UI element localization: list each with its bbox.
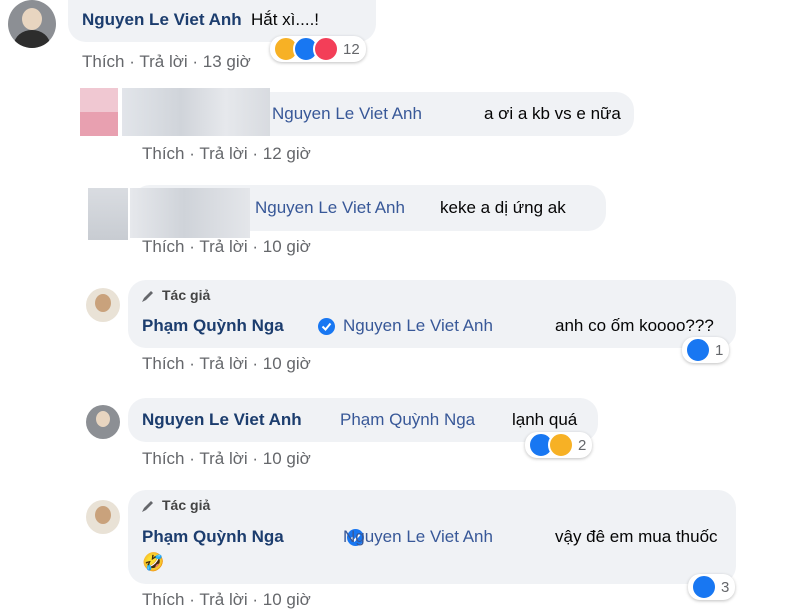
blurred-name [122,88,270,136]
comment-actions: Thích · Trả lời · 10 giờ [142,354,311,373]
reaction-badge[interactable]: 2 [525,432,593,458]
reply-button[interactable]: Trả lời [199,237,247,256]
author-icon [140,288,156,304]
timestamp[interactable]: 10 giờ [263,237,311,256]
blurred-avatar [80,88,118,136]
rofl-emoji: 🤣 [142,552,165,572]
comment-author[interactable]: Phạm Quỳnh Nga [142,527,284,547]
like-button[interactable]: Thích [142,144,185,163]
timestamp[interactable]: 13 giờ [203,52,251,71]
blurred-avatar [88,188,128,240]
reaction-count: 1 [715,341,724,359]
timestamp[interactable]: 10 giờ [263,354,311,373]
mention-link[interactable]: Nguyen Le Viet Anh [255,198,405,218]
author-tag: Tác giả [162,287,211,303]
reply-button[interactable]: Trả lời [199,449,247,468]
avatar-nguyen-le-viet-anh[interactable] [8,0,56,48]
avatar-nguyen-le-viet-anh[interactable] [86,405,120,439]
comment-text: vậy đê em mua thuốc [555,527,718,546]
mention-link[interactable]: Nguyen Le Viet Anh [343,527,493,547]
like-icon [685,337,711,363]
comment-actions: Thích · Trả lời · 12 giờ [142,144,311,163]
reaction-count: 12 [343,40,360,58]
timestamp[interactable]: 10 giờ [263,449,311,468]
blurred-name [130,188,250,238]
comment-author[interactable]: Nguyen Le Viet Anh [82,10,242,30]
mention-link[interactable]: Nguyen Le Viet Anh [343,316,493,336]
like-button[interactable]: Thích [142,354,185,373]
comment-actions: Thích · Trả lời · 10 giờ [142,237,311,256]
comment-text: anh co ốm koooo??? [555,316,714,335]
comment-actions: Thích · Trả lời · 10 giờ [142,590,311,609]
comment-text: Hắt xì....! [251,10,320,29]
comment-bubble [128,280,736,348]
reaction-count: 3 [721,578,730,596]
reply-button[interactable]: Trả lời [199,144,247,163]
reaction-badge[interactable]: 12 [270,36,366,62]
avatar-shirt [14,30,50,48]
reaction-count: 2 [578,436,587,454]
avatar-face [95,506,111,524]
like-button[interactable]: Thích [142,449,185,468]
like-button[interactable]: Thích [142,237,185,256]
avatar-pham-quynh-nga[interactable] [86,500,120,534]
love-icon [313,36,339,62]
reply-button[interactable]: Trả lời [199,354,247,373]
author-tag: Tác giả [162,497,211,513]
reply-button[interactable]: Trả lời [139,52,187,71]
comment-actions: Thích · Trả lời · 13 giờ [82,52,251,71]
verified-icon [318,318,335,335]
comment-text: a ơi a kb vs e nữa [484,104,621,123]
comment-author[interactable]: Nguyen Le Viet Anh [142,410,302,430]
avatar-face [95,294,111,312]
avatar-face [96,411,110,427]
timestamp[interactable]: 12 giờ [263,144,311,163]
comment-text: lạnh quá [512,410,578,429]
like-icon [691,574,717,600]
author-icon [140,498,156,514]
comment-actions: Thích · Trả lời · 10 giờ [142,449,311,468]
avatar-face [22,8,42,30]
comment-text: keke a dị ứng ak [440,198,566,217]
mention-link[interactable]: Nguyen Le Viet Anh [272,104,422,124]
reaction-badge[interactable]: 1 [682,337,730,363]
like-button[interactable]: Thích [82,52,125,71]
avatar-pham-quynh-nga[interactable] [86,288,120,322]
haha-icon [548,432,574,458]
reaction-badge[interactable]: 3 [688,574,736,600]
mention-link[interactable]: Phạm Quỳnh Nga [340,410,475,430]
comment-author[interactable]: Phạm Quỳnh Nga [142,316,284,336]
